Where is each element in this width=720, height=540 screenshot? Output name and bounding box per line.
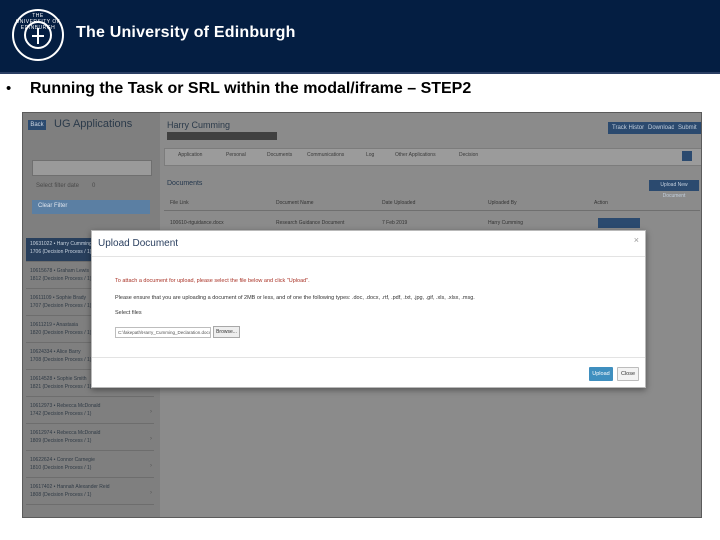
modal-footer-divider [92, 357, 645, 358]
file-path-input[interactable]: C:\fakepath\Harry_Cumming_Declaration.do… [115, 327, 211, 338]
close-button[interactable]: Close [617, 367, 639, 381]
uploaded-by-cell: Harry Cumming [488, 220, 524, 226]
tab-other-applications[interactable]: Other Applications [395, 152, 436, 158]
header-divider [0, 72, 720, 74]
applicant-status: 1810 (Decision Process / 1) [30, 465, 92, 471]
browse-button[interactable]: Browse... [213, 326, 240, 338]
file-type-guidance: Please ensure that you are uploading a d… [115, 295, 475, 301]
applicant-list-item[interactable]: 10612973 • Rebecca McDonald 1742 (Decisio… [26, 400, 154, 424]
applicant-name: Harry Cumming [167, 120, 231, 130]
applicant-list-item[interactable]: 10617402 • Hannah Alexander Reid 1808 (De… [26, 481, 154, 505]
applicant-list-item[interactable]: 10622624 • Connor Carnegie 1810 (Decision… [26, 454, 154, 478]
tab-documents[interactable]: Documents [267, 152, 292, 158]
chevron-right-icon: › [150, 463, 152, 469]
back-button[interactable]: Back [28, 120, 46, 130]
modal-title: Upload Document [98, 238, 179, 249]
document-name-cell: Research Guidance Document [276, 220, 345, 226]
bullet-point: • [6, 80, 12, 97]
submit-button[interactable]: Submit [674, 122, 701, 134]
column-header: Uploaded By [488, 200, 517, 206]
applicant-list-item[interactable]: 10612974 • Rebecca McDonald 1809 (Decisio… [26, 427, 154, 451]
upload-instruction: To attach a document for upload, please … [115, 278, 310, 284]
date-uploaded-cell: 7 Feb 2019 [382, 220, 408, 226]
applicant-id: 10622624 • Connor Carnegie [30, 457, 95, 463]
filter-label: Select filter date [36, 183, 80, 189]
filter-value[interactable]: 0 [92, 183, 95, 189]
upload-button[interactable]: Upload [589, 367, 613, 381]
upload-document-modal: Upload Document × To attach a document f… [91, 230, 646, 388]
applicant-status: 1742 (Decision Process / 1) [30, 411, 92, 417]
applicant-id: 10612974 • Rebecca McDonald [30, 430, 101, 436]
chevron-right-icon: › [150, 409, 152, 415]
row-action-buttons[interactable] [598, 218, 640, 228]
applicant-tags [167, 132, 277, 140]
tab-log[interactable]: Log [366, 152, 374, 158]
column-header: File Link [170, 200, 189, 206]
slide-title: Running the Task or SRL within the modal… [30, 80, 472, 97]
tab-decision[interactable]: Decision [459, 152, 478, 158]
print-icon[interactable] [682, 151, 692, 161]
left-search-input[interactable] [32, 160, 152, 176]
column-header: Action [594, 200, 608, 206]
university-name: The University of Edinburgh [76, 24, 296, 41]
applicant-id: 10617402 • Hannah Alexander Reid [30, 484, 110, 490]
applicant-status: 1809 (Decision Process / 1) [30, 438, 92, 444]
select-files-label: Select files [115, 310, 142, 316]
upload-new-document-button[interactable]: Upload New Document [649, 180, 699, 199]
university-crest-icon: THE UNIVERSITY OF EDINBURGH [12, 9, 64, 61]
column-header: Document Name [276, 200, 314, 206]
column-header: Date Uploaded [382, 200, 416, 206]
chevron-right-icon: › [150, 490, 152, 496]
app-title: UG Applications [54, 118, 133, 130]
modal-divider [92, 256, 645, 257]
chevron-right-icon: › [150, 436, 152, 442]
applicant-id: 10612973 • Rebecca McDonald [30, 403, 101, 409]
tab-communications[interactable]: Communications [307, 152, 344, 158]
applicant-status: 1808 (Decision Process / 1) [30, 492, 92, 498]
file-link[interactable]: 100610-rtguidance.docx [170, 220, 224, 226]
university-banner: THE UNIVERSITY OF EDINBURGH The Universi… [0, 0, 720, 72]
clear-filter-label: Clear Filter [38, 203, 68, 209]
tab-application[interactable]: Application [178, 152, 202, 158]
crest-shield [24, 21, 52, 49]
documents-table-header [164, 196, 700, 211]
documents-heading: Documents [167, 180, 203, 187]
close-icon[interactable]: × [634, 235, 639, 245]
app-screenshot: Back UG Applications Select filter date … [22, 112, 702, 518]
tab-personal[interactable]: Personal [226, 152, 246, 158]
